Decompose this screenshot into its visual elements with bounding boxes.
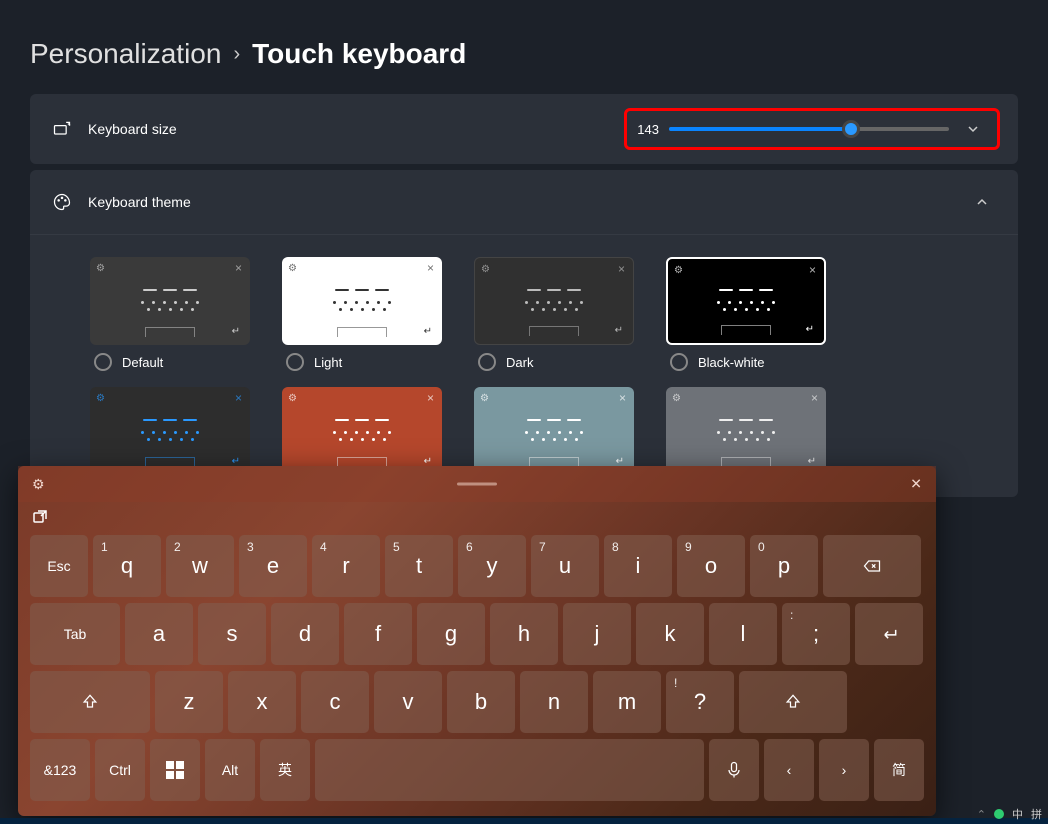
theme-preview[interactable]: ⚙×↵ <box>666 387 826 475</box>
theme-option[interactable]: ⚙×↵ Default <box>90 257 270 379</box>
keyboard-theme-label: Keyboard theme <box>88 194 191 210</box>
theme-option[interactable]: ⚙×↵ <box>282 387 462 475</box>
123-key[interactable]: &123 <box>30 739 90 801</box>
key-key[interactable]: 英 <box>260 739 310 801</box>
u-key[interactable]: 7u <box>531 535 599 597</box>
drag-handle[interactable] <box>457 483 497 486</box>
esc-key[interactable]: Esc <box>30 535 88 597</box>
tray-status-icon[interactable] <box>994 809 1004 819</box>
ime-indicator-1[interactable]: 中 <box>1012 806 1023 822</box>
keyboard-size-card: Keyboard size 143 <box>30 94 1018 164</box>
keyboard-theme-card: Keyboard theme ⚙×↵ Default ⚙×↵ Light ⚙×↵ Dark… <box>30 170 1018 497</box>
t-key[interactable]: 5t <box>385 535 453 597</box>
breadcrumb-parent[interactable]: Personalization <box>30 38 221 70</box>
chevron-right-icon: › <box>233 43 240 66</box>
theme-option[interactable]: ⚙×↵ <box>474 387 654 475</box>
theme-label: Light <box>314 355 342 370</box>
theme-preview[interactable]: ⚙×↵ <box>282 257 442 345</box>
key-key[interactable]: !? <box>666 671 734 733</box>
n-key[interactable]: n <box>520 671 588 733</box>
j-key[interactable]: j <box>563 603 631 665</box>
key-key[interactable]: ‹ <box>764 739 814 801</box>
a-key[interactable]: a <box>125 603 193 665</box>
b-key[interactable]: b <box>447 671 515 733</box>
theme-preview[interactable]: ⚙×↵ <box>90 387 250 475</box>
ctrl-key[interactable]: Ctrl <box>95 739 145 801</box>
m-key[interactable]: m <box>593 671 661 733</box>
touch-keyboard-titlebar[interactable]: ⚙ ✕ <box>18 466 936 502</box>
l-key[interactable]: l <box>709 603 777 665</box>
c-key[interactable]: c <box>301 671 369 733</box>
keyboard-size-label: Keyboard size <box>88 121 177 137</box>
radio-icon[interactable] <box>478 353 496 371</box>
slider-thumb[interactable] <box>842 120 860 138</box>
undock-button[interactable] <box>18 502 936 531</box>
key-key[interactable]: › <box>819 739 869 801</box>
theme-preview[interactable]: ⚙×↵ <box>474 387 634 475</box>
r-key[interactable]: 4r <box>312 535 380 597</box>
radio-icon[interactable] <box>94 353 112 371</box>
theme-option[interactable]: ⚙×↵ Black-white <box>666 257 846 379</box>
v-key[interactable]: v <box>374 671 442 733</box>
page-title: Touch keyboard <box>252 38 466 70</box>
theme-option[interactable]: ⚙×↵ <box>90 387 270 475</box>
collapse-theme-button[interactable] <box>968 188 996 216</box>
mic-key[interactable] <box>709 739 759 801</box>
space-key[interactable] <box>315 739 704 801</box>
theme-option[interactable]: ⚙×↵ <box>666 387 846 475</box>
d-key[interactable]: d <box>271 603 339 665</box>
i-key[interactable]: 8i <box>604 535 672 597</box>
touch-keyboard: ⚙ ✕ Esc1q2w3e4r5t6y7u8i9o0p Tabasdfghjkl:… <box>18 466 936 816</box>
theme-option[interactable]: ⚙×↵ Light <box>282 257 462 379</box>
close-icon[interactable]: ✕ <box>910 476 922 493</box>
radio-icon[interactable] <box>286 353 304 371</box>
backspace-key[interactable] <box>823 535 921 597</box>
keyboard-size-value: 143 <box>637 122 659 137</box>
f-key[interactable]: f <box>344 603 412 665</box>
g-key[interactable]: g <box>417 603 485 665</box>
radio-icon[interactable] <box>670 353 688 371</box>
theme-preview[interactable]: ⚙×↵ <box>90 257 250 345</box>
size-highlight-box: 143 <box>624 108 1000 150</box>
palette-icon <box>52 192 72 212</box>
p-key[interactable]: 0p <box>750 535 818 597</box>
keyboard-size-slider[interactable] <box>669 127 949 131</box>
gear-icon[interactable]: ⚙ <box>32 476 45 493</box>
h-key[interactable]: h <box>490 603 558 665</box>
e-key[interactable]: 3e <box>239 535 307 597</box>
s-key[interactable]: s <box>198 603 266 665</box>
theme-preview[interactable]: ⚙×↵ <box>666 257 826 345</box>
keyboard-size-icon <box>52 119 72 139</box>
z-key[interactable]: z <box>155 671 223 733</box>
key-key[interactable]: :; <box>782 603 850 665</box>
k-key[interactable]: k <box>636 603 704 665</box>
shift-key[interactable] <box>739 671 847 733</box>
theme-label: Default <box>122 355 163 370</box>
theme-preview[interactable]: ⚙×↵ <box>282 387 442 475</box>
taskbar <box>0 818 1048 824</box>
theme-preview[interactable]: ⚙×↵ <box>474 257 634 345</box>
x-key[interactable]: x <box>228 671 296 733</box>
alt-key[interactable]: Alt <box>205 739 255 801</box>
w-key[interactable]: 2w <box>166 535 234 597</box>
shift-key[interactable] <box>30 671 150 733</box>
theme-option[interactable]: ⚙×↵ Dark <box>474 257 654 379</box>
enter-key[interactable] <box>855 603 923 665</box>
tab-key[interactable]: Tab <box>30 603 120 665</box>
system-tray[interactable]: ⌃ 中 拼 <box>977 806 1042 822</box>
o-key[interactable]: 9o <box>677 535 745 597</box>
theme-label: Dark <box>506 355 533 370</box>
expand-size-button[interactable] <box>959 115 987 143</box>
q-key[interactable]: 1q <box>93 535 161 597</box>
win-key[interactable] <box>150 739 200 801</box>
key-key[interactable]: 简 <box>874 739 924 801</box>
breadcrumb: Personalization › Touch keyboard <box>0 0 1048 94</box>
ime-indicator-2[interactable]: 拼 <box>1031 806 1042 822</box>
y-key[interactable]: 6y <box>458 535 526 597</box>
theme-label: Black-white <box>698 355 764 370</box>
